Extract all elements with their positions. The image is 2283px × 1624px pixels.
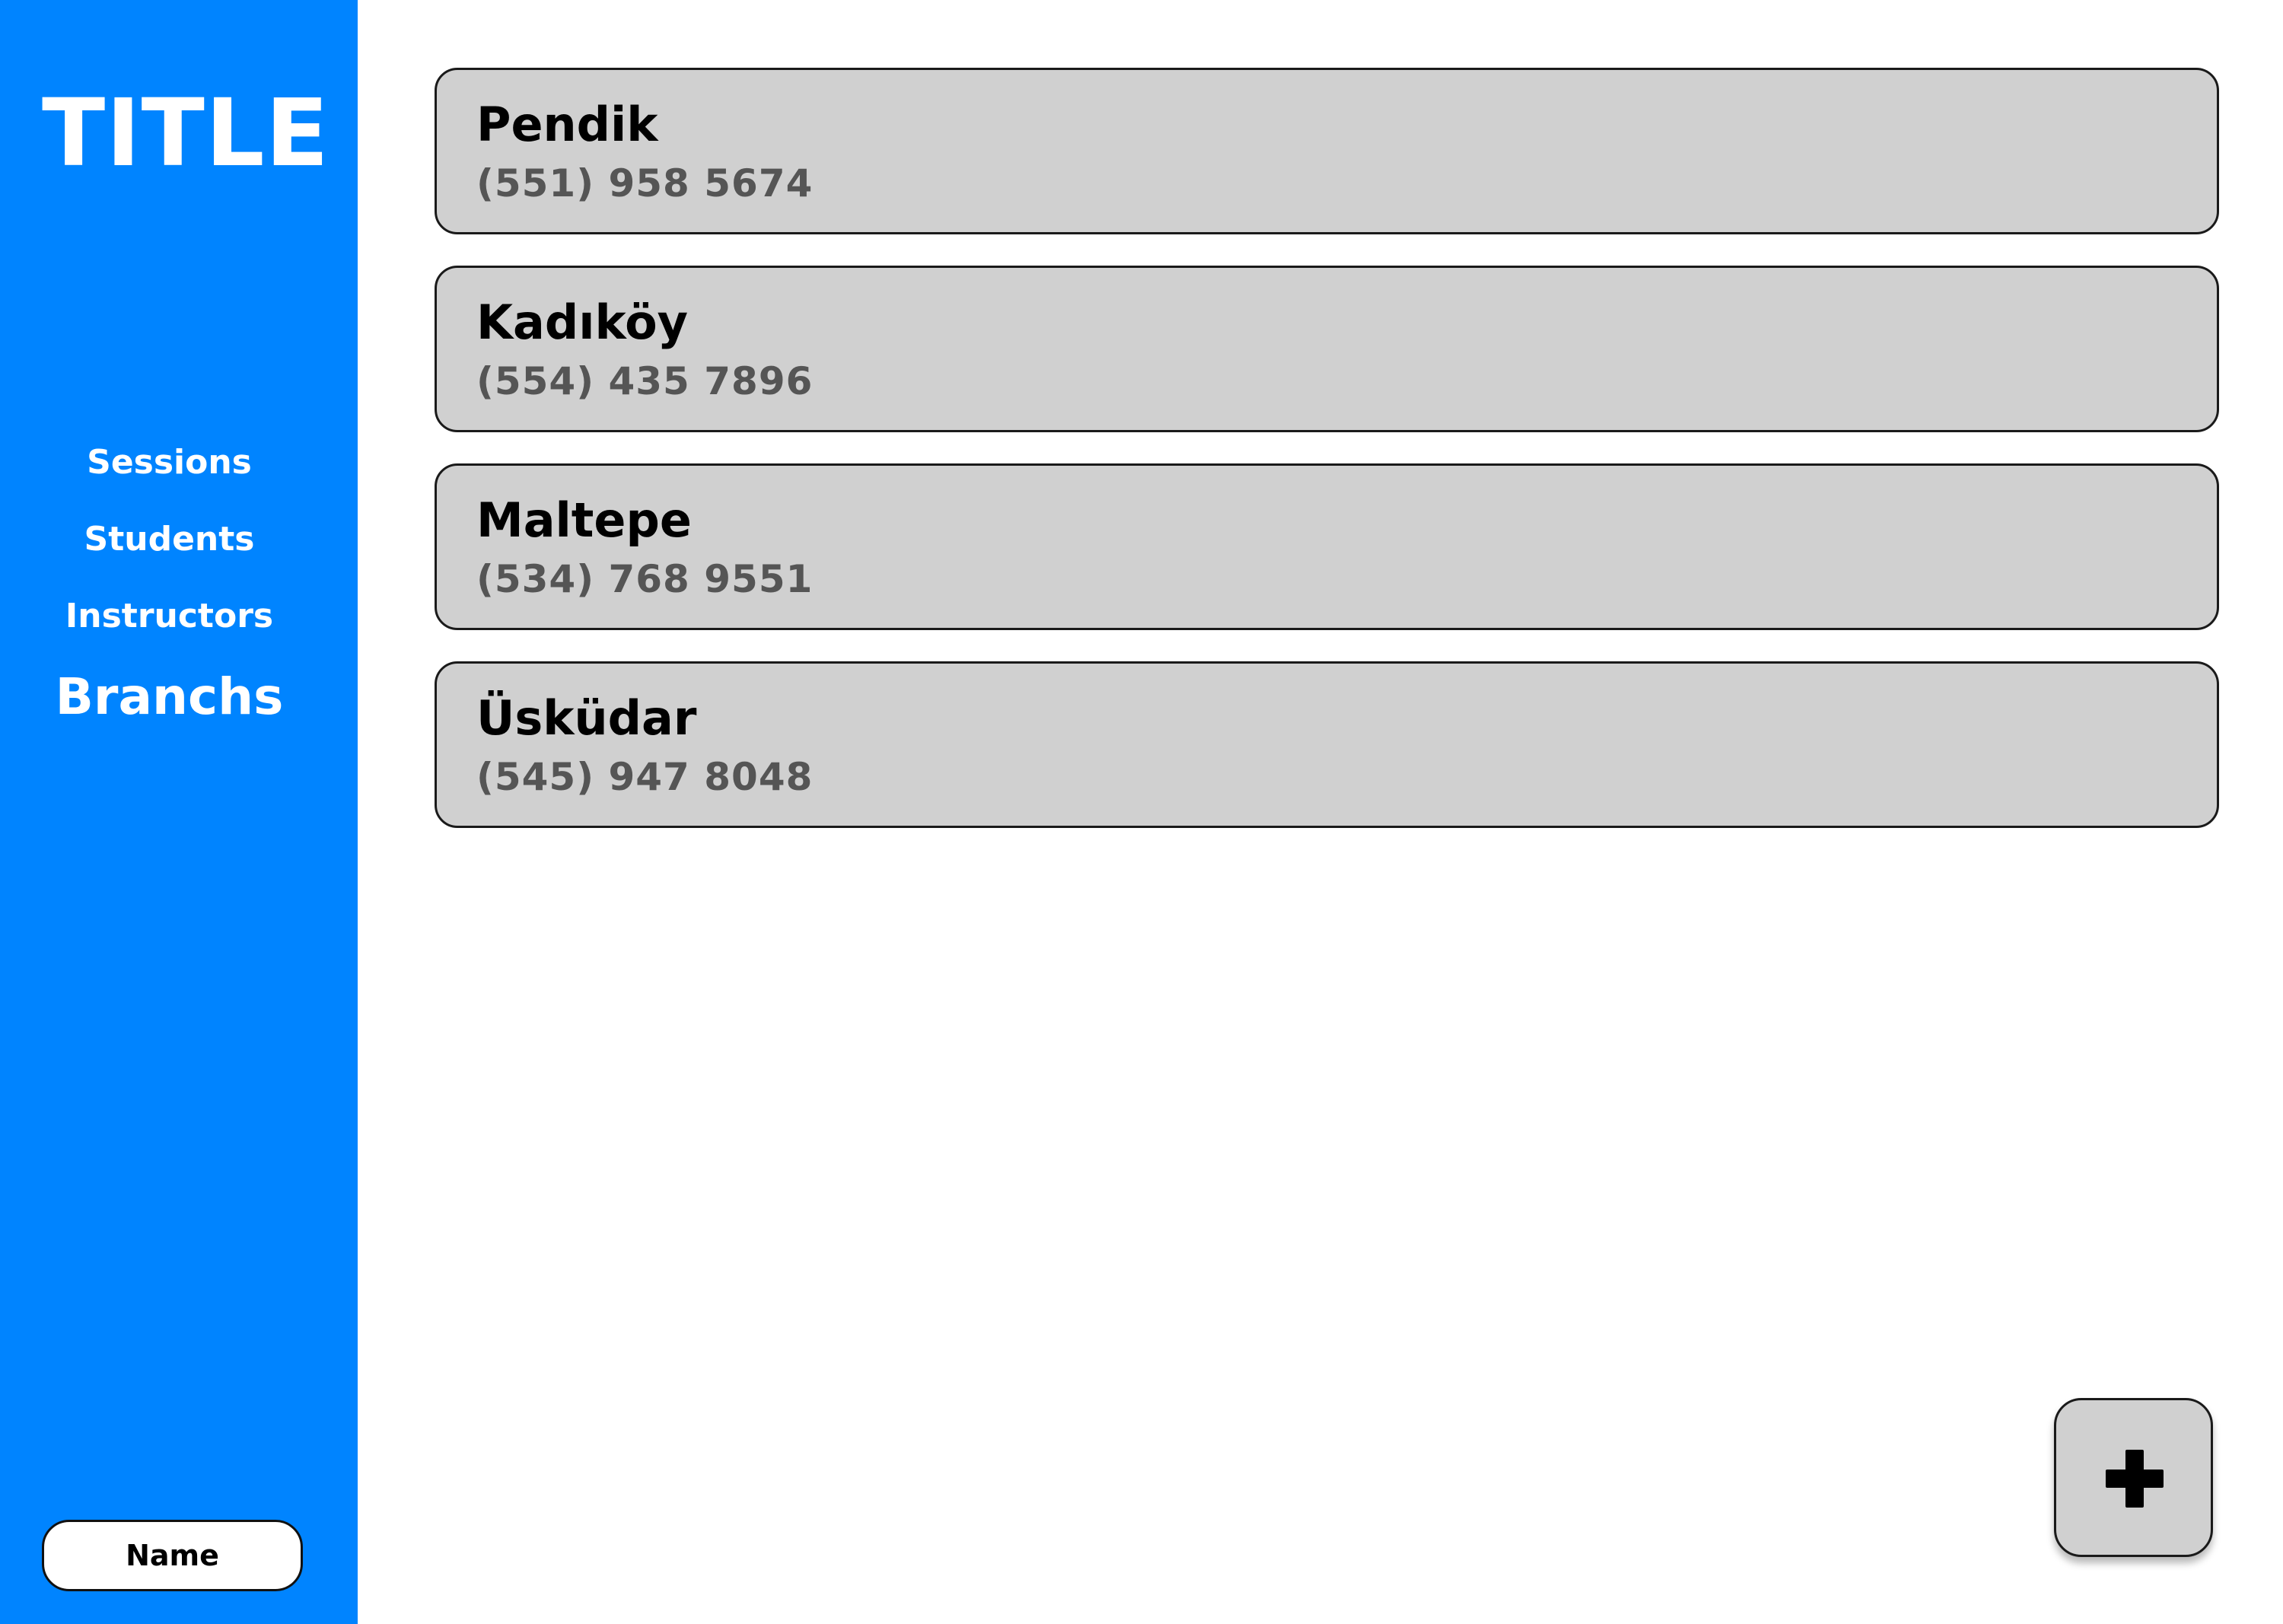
- branch-phone: (534) 768 9551: [476, 557, 814, 601]
- branch-phone: (554) 435 7896: [476, 359, 814, 403]
- user-name-button[interactable]: Name: [42, 1520, 303, 1591]
- branch-name: Üsküdar: [476, 690, 697, 746]
- sidebar-item-sessions[interactable]: Sessions: [0, 432, 339, 509]
- sidebar-item-students[interactable]: Students: [0, 509, 339, 586]
- app-window: TITLE Sessions Students Instructors Bran…: [0, 0, 2283, 1624]
- branch-card-uskudar[interactable]: Üsküdar (545) 947 8048: [435, 661, 2219, 828]
- plus-icon: [2106, 1450, 2164, 1508]
- branch-card-kadikoy[interactable]: Kadıköy (554) 435 7896: [435, 266, 2219, 432]
- sidebar-nav: Sessions Students Instructors Branchs: [0, 432, 339, 740]
- sidebar-item-instructors[interactable]: Instructors: [0, 586, 339, 663]
- app-title: TITLE: [42, 79, 330, 187]
- branch-card-pendik[interactable]: Pendik (551) 958 5674: [435, 68, 2219, 234]
- branch-name: Maltepe: [476, 492, 692, 548]
- add-branch-button[interactable]: [2054, 1398, 2213, 1557]
- branch-phone: (551) 958 5674: [476, 161, 814, 205]
- branch-card-maltepe[interactable]: Maltepe (534) 768 9551: [435, 463, 2219, 630]
- sidebar-item-branchs[interactable]: Branchs: [0, 663, 339, 740]
- branch-list: Pendik (551) 958 5674 Kadıköy (554) 435 …: [435, 68, 2219, 859]
- branch-name: Kadıköy: [476, 295, 689, 350]
- sidebar: TITLE Sessions Students Instructors Bran…: [0, 0, 358, 1624]
- branch-name: Pendik: [476, 97, 658, 152]
- branch-phone: (545) 947 8048: [476, 755, 814, 799]
